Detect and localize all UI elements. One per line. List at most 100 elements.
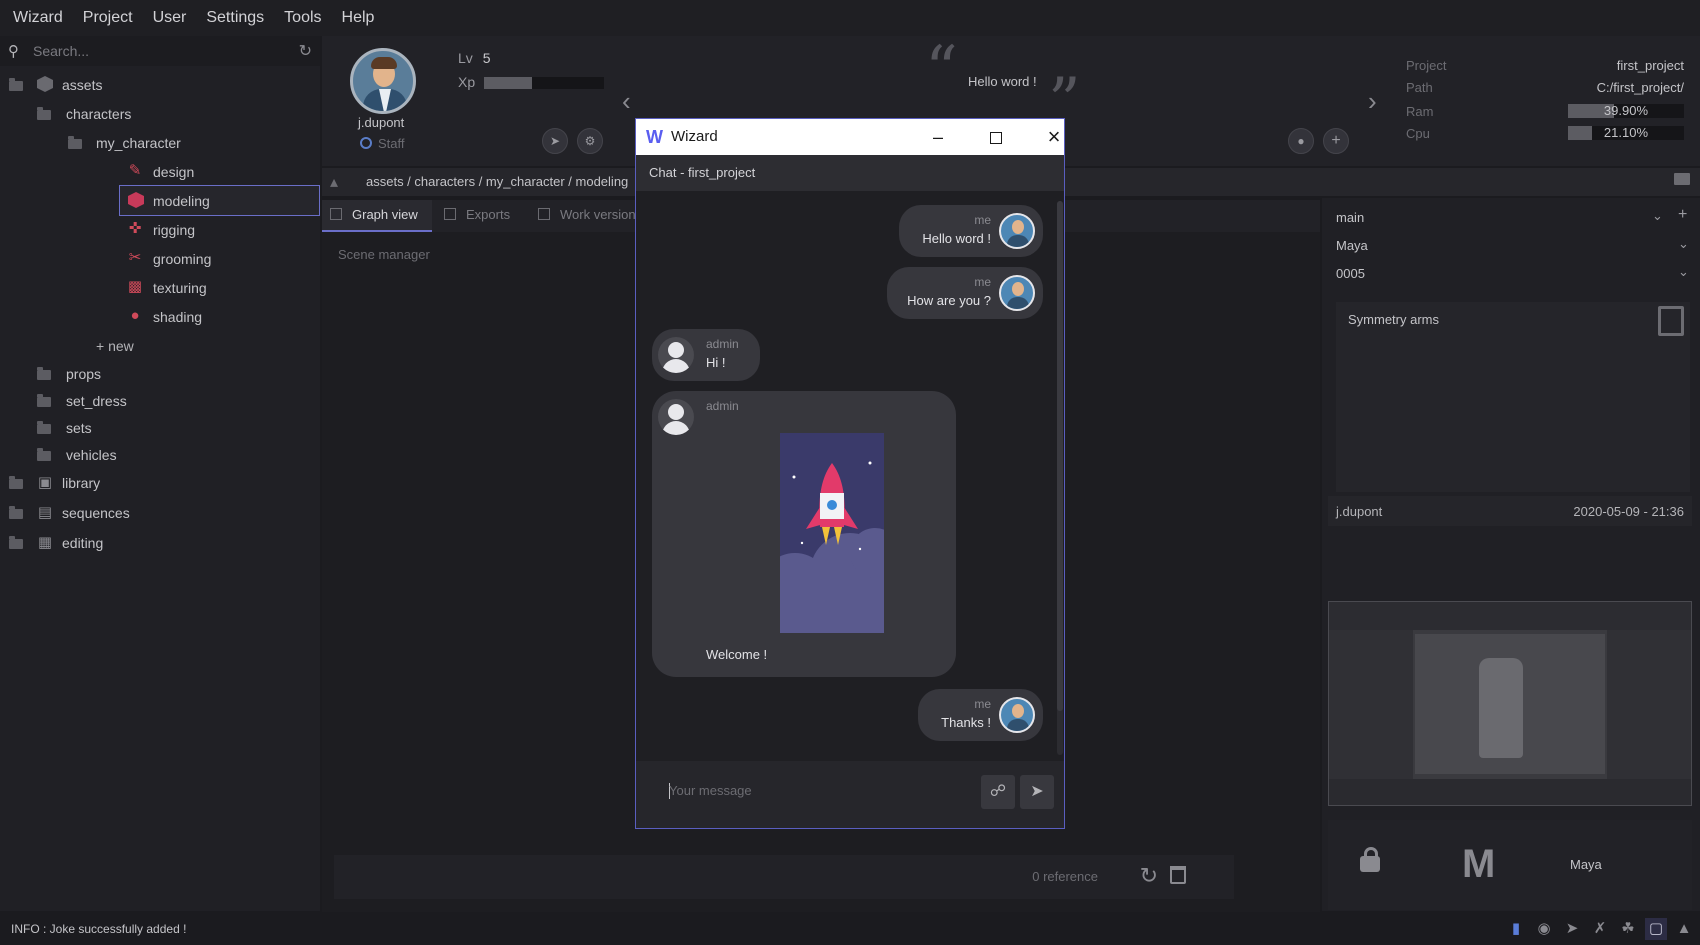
- pin-icon[interactable]: ▴: [330, 172, 338, 192]
- tree-item-label: editing: [62, 535, 104, 551]
- chevron-down-icon[interactable]: ⌄: [1678, 236, 1689, 252]
- folder-open-icon: [37, 107, 51, 120]
- tab-exports[interactable]: Exports: [444, 200, 544, 232]
- maya-logo-icon[interactable]: M: [1462, 842, 1495, 887]
- tree-item-sets[interactable]: sets: [0, 414, 320, 441]
- message-text: Welcome !: [706, 647, 768, 662]
- tree-item-label: props: [66, 365, 102, 382]
- design-icon: ✎: [128, 162, 142, 179]
- rocket-image[interactable]: [780, 433, 884, 633]
- tree-item-modeling[interactable]: modeling: [119, 185, 320, 216]
- tree-item-characters[interactable]: characters: [0, 99, 320, 128]
- edit-note-icon[interactable]: [1658, 306, 1684, 336]
- chat-input-bar: Your message ☍ ➤: [636, 761, 1064, 828]
- stats-icon[interactable]: ▮: [1505, 918, 1527, 940]
- open-folder-icon[interactable]: [1674, 173, 1690, 185]
- tree-item-label: sequences: [62, 505, 130, 521]
- add-branch-icon[interactable]: +: [1678, 206, 1687, 224]
- tree-item-my-character[interactable]: my_character: [0, 128, 320, 157]
- tree-item-vehicles[interactable]: vehicles: [0, 441, 320, 468]
- notification-button[interactable]: ⚙: [577, 128, 603, 154]
- version-select[interactable]: 0005: [1336, 266, 1365, 281]
- branch-select[interactable]: main: [1336, 210, 1364, 225]
- version-comment-box[interactable]: Symmetry arms: [1336, 302, 1690, 492]
- menu-tools[interactable]: Tools: [284, 9, 321, 27]
- tree-item-props[interactable]: props: [0, 360, 320, 387]
- user-name: j.dupont: [358, 115, 405, 130]
- tree-item-library[interactable]: ▣ library: [0, 468, 320, 498]
- tree-item-assets[interactable]: assets: [0, 70, 320, 99]
- tree-item-editing[interactable]: ▦ editing: [0, 528, 320, 558]
- scissors-icon: ✂: [128, 249, 142, 266]
- user-button[interactable]: ●: [1288, 128, 1314, 154]
- unlock-icon[interactable]: ◉: [1533, 918, 1555, 940]
- previous-joke-chevron-icon[interactable]: ‹: [622, 86, 631, 117]
- message-text: Thanks !: [941, 715, 991, 730]
- xp-progress-bar: [484, 77, 604, 89]
- chat-message-admin: admin Hi !: [652, 329, 760, 381]
- message-input[interactable]: Your message: [669, 783, 752, 798]
- menu-settings[interactable]: Settings: [206, 9, 264, 27]
- modeling-cube-icon: [128, 192, 144, 208]
- maximize-button[interactable]: [976, 119, 1016, 155]
- status-bar: INFO : Joke successfully added !: [0, 914, 1700, 945]
- film-edit-icon: ▦: [37, 534, 53, 551]
- search-input[interactable]: Search...: [33, 43, 299, 59]
- python-icon[interactable]: ☘: [1617, 918, 1639, 940]
- clapperboard-icon: ▤: [37, 504, 53, 521]
- cpu-bar: 21.10%: [1568, 126, 1684, 140]
- menu-project[interactable]: Project: [83, 9, 133, 27]
- version-author: j.dupont: [1336, 504, 1383, 519]
- tree-item-grooming[interactable]: ✂ grooming: [0, 244, 320, 273]
- message-author: me: [974, 213, 991, 227]
- references-count: 0 reference: [1032, 869, 1098, 884]
- tree-item-set-dress[interactable]: set_dress: [0, 387, 320, 414]
- maximize-icon: [990, 132, 1002, 144]
- software-select[interactable]: Maya: [1336, 238, 1368, 253]
- rocket-button[interactable]: ➤: [542, 128, 568, 154]
- quote-open-icon: “: [925, 33, 958, 107]
- refresh-icon[interactable]: ↻: [299, 41, 312, 61]
- xp-label: Xp: [458, 74, 476, 90]
- menu-user[interactable]: User: [153, 9, 187, 27]
- lock-icon[interactable]: [1360, 847, 1380, 872]
- chat-messages: me Hello word ! me How are you ? admin H…: [636, 191, 1064, 761]
- wrench-icon[interactable]: ✗: [1589, 918, 1611, 940]
- bell-icon[interactable]: ▲: [1673, 918, 1695, 940]
- tree-item-texturing[interactable]: ▩ texturing: [0, 273, 320, 302]
- project-key: Project: [1406, 58, 1447, 73]
- close-button[interactable]: ×: [1034, 119, 1074, 155]
- tree-item-label: design: [153, 163, 195, 180]
- next-joke-chevron-icon[interactable]: ›: [1368, 86, 1377, 117]
- menu-wizard[interactable]: Wizard: [13, 9, 63, 27]
- attach-link-button[interactable]: ☍: [981, 775, 1015, 809]
- tree-item-rigging[interactable]: ✜ rigging: [0, 215, 320, 244]
- ram-key: Ram: [1406, 104, 1434, 119]
- tab-label: Exports: [466, 207, 511, 222]
- tree-item-label: characters: [66, 105, 132, 122]
- run-icon[interactable]: ➤: [1561, 918, 1583, 940]
- scene-manager-label: Scene manager: [338, 247, 430, 262]
- tree-add-new[interactable]: + new: [0, 331, 320, 360]
- minimize-button[interactable]: –: [918, 119, 958, 155]
- avatar: [999, 697, 1035, 733]
- tree-item-design[interactable]: ✎ design: [0, 157, 320, 186]
- tree-item-label: my_character: [96, 134, 181, 151]
- add-joke-button[interactable]: +: [1323, 128, 1349, 154]
- chevron-down-icon[interactable]: ⌄: [1678, 264, 1689, 280]
- status-message: INFO : Joke successfully added !: [11, 922, 187, 936]
- dialog-titlebar[interactable]: W Wizard – ×: [636, 119, 1064, 155]
- chevron-down-icon[interactable]: ⌄: [1652, 208, 1663, 224]
- user-avatar[interactable]: [350, 48, 416, 114]
- tree-item-sequences[interactable]: ▤ sequences: [0, 498, 320, 528]
- chat-scrollbar-thumb[interactable]: [1057, 201, 1063, 711]
- tab-graph-view[interactable]: Graph view: [322, 200, 432, 232]
- trash-icon[interactable]: [1170, 866, 1186, 884]
- send-button[interactable]: ➤: [1020, 775, 1054, 809]
- menu-help[interactable]: Help: [342, 9, 375, 27]
- tree-item-shading[interactable]: ● shading: [0, 302, 320, 331]
- chat-icon[interactable]: ▢: [1645, 918, 1667, 940]
- version-screenshot-thumbnail[interactable]: [1328, 601, 1692, 806]
- refresh-references-icon[interactable]: ↻: [1140, 863, 1158, 889]
- folder-open-icon: [68, 136, 82, 149]
